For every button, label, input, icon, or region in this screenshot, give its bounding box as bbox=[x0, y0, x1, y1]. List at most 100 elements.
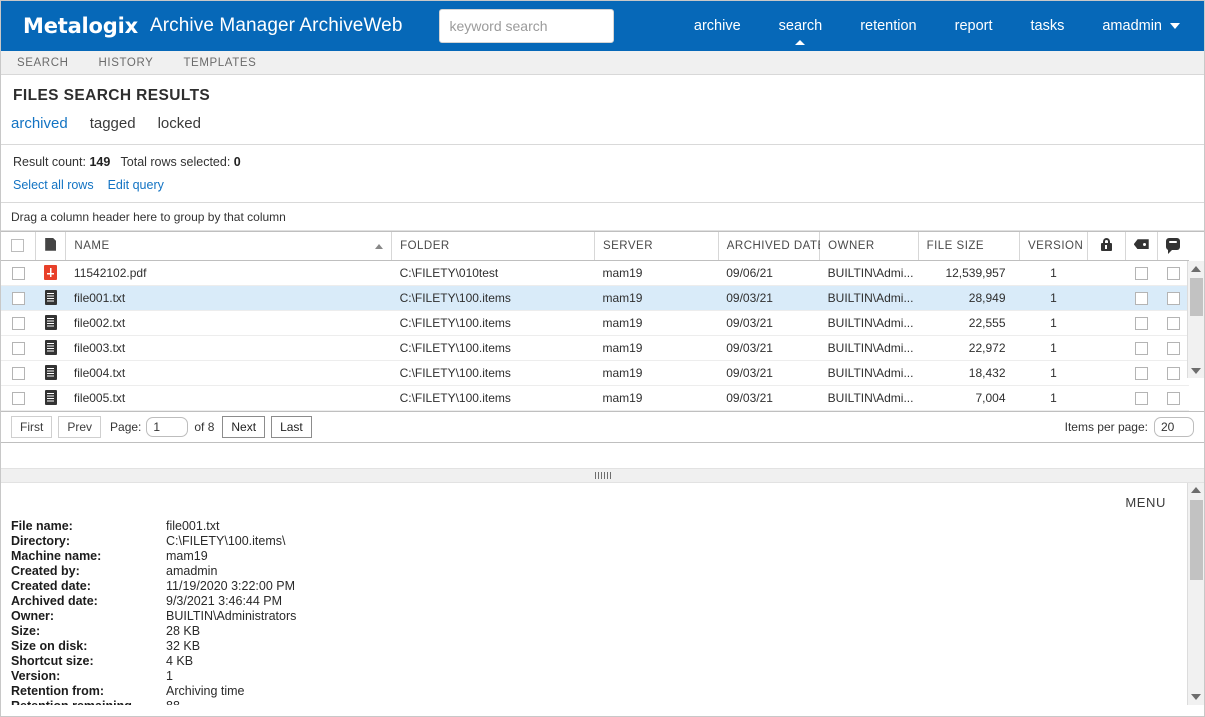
col-version[interactable]: VERSION bbox=[1019, 232, 1088, 261]
row-checkbox[interactable] bbox=[11, 341, 25, 355]
cell-tag[interactable] bbox=[1125, 285, 1158, 311]
tab-locked[interactable]: locked bbox=[158, 115, 201, 132]
table-row[interactable]: file003.txt C:\FILETY\100.items mam19 09/03… bbox=[1, 335, 1189, 361]
items-per-page-input[interactable] bbox=[1154, 416, 1194, 437]
pane-splitter[interactable] bbox=[1, 467, 1204, 483]
cell-comment[interactable] bbox=[1157, 385, 1189, 411]
subnav-item-search[interactable]: SEARCH bbox=[17, 57, 85, 69]
subnav-item-history[interactable]: HISTORY bbox=[99, 57, 170, 69]
results-table: NAME FOLDER SERVER ARCHIVED DATE OWNER F… bbox=[1, 232, 1189, 411]
cell-comment[interactable] bbox=[1157, 360, 1189, 386]
tag-checkbox[interactable] bbox=[1134, 391, 1148, 405]
col-folder[interactable]: FOLDER bbox=[391, 232, 595, 261]
cell-tag[interactable] bbox=[1125, 260, 1158, 286]
row-checkbox[interactable] bbox=[11, 266, 25, 280]
comment-checkbox[interactable] bbox=[1166, 366, 1180, 380]
cell-tag[interactable] bbox=[1125, 335, 1158, 361]
row-select-cell[interactable] bbox=[1, 385, 36, 411]
row-select-cell[interactable] bbox=[1, 335, 36, 361]
nav-item-tasks[interactable]: tasks bbox=[1012, 1, 1084, 51]
cell-comment[interactable] bbox=[1157, 260, 1189, 286]
scroll-down-button[interactable] bbox=[1188, 363, 1204, 378]
table-row[interactable]: file005.txt C:\FILETY\100.items mam19 09/03… bbox=[1, 385, 1189, 411]
next-page-button[interactable]: Next bbox=[222, 415, 266, 438]
nav-label: tasks bbox=[1030, 18, 1065, 34]
detail-field-row: Archived date: 9/3/2021 3:46:44 PM bbox=[11, 594, 1204, 609]
detail-field-value: BUILTIN\Administrators bbox=[166, 608, 297, 623]
col-comment[interactable] bbox=[1157, 232, 1189, 261]
tag-checkbox[interactable] bbox=[1134, 341, 1148, 355]
row-checkbox[interactable] bbox=[11, 366, 25, 380]
col-tag[interactable] bbox=[1125, 232, 1158, 261]
cell-name: 11542102.pdf bbox=[65, 260, 392, 286]
lock-icon bbox=[1100, 237, 1112, 251]
table-row[interactable]: file004.txt C:\FILETY\100.items mam19 09/03… bbox=[1, 360, 1189, 386]
detail-field-value: amadmin bbox=[166, 563, 218, 578]
scroll-thumb[interactable] bbox=[1190, 499, 1203, 580]
comment-checkbox[interactable] bbox=[1166, 266, 1180, 280]
select-all-rows-link[interactable]: Select all rows bbox=[13, 178, 94, 192]
col-name[interactable]: NAME bbox=[65, 232, 393, 261]
table-row[interactable]: 11542102.pdf C:\FILETY\010test mam19 09/06/… bbox=[1, 260, 1189, 286]
cell-version: 1 bbox=[1019, 360, 1088, 386]
edit-query-link[interactable]: Edit query bbox=[108, 178, 164, 192]
scroll-up-button[interactable] bbox=[1188, 483, 1204, 498]
row-checkbox[interactable] bbox=[11, 316, 25, 330]
comment-checkbox[interactable] bbox=[1166, 291, 1180, 305]
grid-vertical-scrollbar[interactable] bbox=[1187, 261, 1204, 378]
cell-version: 1 bbox=[1019, 335, 1088, 361]
last-page-button[interactable]: Last bbox=[271, 415, 312, 438]
row-select-cell[interactable] bbox=[1, 260, 36, 286]
col-owner[interactable]: OWNER bbox=[819, 232, 919, 261]
nav-item-report[interactable]: report bbox=[936, 1, 1012, 51]
cell-comment[interactable] bbox=[1157, 285, 1189, 311]
col-select-all[interactable] bbox=[1, 232, 36, 261]
page-number-input[interactable] bbox=[146, 416, 189, 437]
select-all-checkbox[interactable] bbox=[11, 239, 25, 253]
row-select-cell[interactable] bbox=[1, 285, 36, 311]
subnav-item-templates[interactable]: TEMPLATES bbox=[183, 57, 272, 69]
col-archived-date[interactable]: ARCHIVED DATE bbox=[718, 232, 825, 261]
scroll-thumb[interactable] bbox=[1190, 278, 1203, 316]
tag-checkbox[interactable] bbox=[1134, 366, 1148, 380]
cell-folder: C:\FILETY\100.items bbox=[391, 310, 595, 336]
row-select-cell[interactable] bbox=[1, 360, 36, 386]
comment-checkbox[interactable] bbox=[1166, 341, 1180, 355]
cell-tag[interactable] bbox=[1125, 310, 1158, 336]
tag-checkbox[interactable] bbox=[1134, 266, 1148, 280]
comment-checkbox[interactable] bbox=[1166, 391, 1180, 405]
nav-item-archive[interactable]: archive bbox=[675, 1, 760, 51]
cell-lock bbox=[1087, 260, 1125, 286]
table-row[interactable]: file002.txt C:\FILETY\100.items mam19 09/03… bbox=[1, 310, 1189, 336]
cell-comment[interactable] bbox=[1157, 335, 1189, 361]
cell-tag[interactable] bbox=[1125, 360, 1158, 386]
detail-menu-button[interactable]: MENU bbox=[1125, 495, 1166, 510]
cell-file-size: 7,004 bbox=[918, 385, 1020, 411]
cell-comment[interactable] bbox=[1157, 310, 1189, 336]
detail-vertical-scrollbar[interactable] bbox=[1187, 482, 1204, 705]
scroll-up-button[interactable] bbox=[1188, 261, 1204, 276]
search-input[interactable] bbox=[438, 9, 614, 43]
col-file-size[interactable]: FILE SIZE bbox=[918, 232, 1021, 261]
nav-item-retention[interactable]: retention bbox=[841, 1, 935, 51]
scroll-down-button[interactable] bbox=[1188, 690, 1204, 705]
row-checkbox[interactable] bbox=[11, 291, 25, 305]
user-menu[interactable]: amadmin bbox=[1083, 1, 1186, 51]
nav-item-search[interactable]: search bbox=[760, 1, 842, 51]
first-page-button[interactable]: First bbox=[11, 415, 53, 438]
comment-checkbox[interactable] bbox=[1166, 316, 1180, 330]
cell-tag[interactable] bbox=[1125, 385, 1158, 411]
group-by-dropzone[interactable]: Drag a column header here to group by th… bbox=[1, 203, 1204, 231]
tab-archived[interactable]: archived bbox=[11, 115, 68, 132]
table-row[interactable]: file001.txt C:\FILETY\100.items mam19 09/03… bbox=[1, 285, 1189, 311]
cell-file-size: 12,539,957 bbox=[918, 260, 1020, 286]
detail-field-row: Retention from: Archiving time bbox=[11, 684, 1204, 699]
row-checkbox[interactable] bbox=[11, 391, 25, 405]
tag-checkbox[interactable] bbox=[1134, 291, 1148, 305]
tab-tagged[interactable]: tagged bbox=[90, 115, 136, 132]
col-server[interactable]: SERVER bbox=[594, 232, 719, 261]
col-lock[interactable] bbox=[1087, 232, 1126, 261]
prev-page-button[interactable]: Prev bbox=[58, 415, 102, 438]
tag-checkbox[interactable] bbox=[1134, 316, 1148, 330]
row-select-cell[interactable] bbox=[1, 310, 36, 336]
